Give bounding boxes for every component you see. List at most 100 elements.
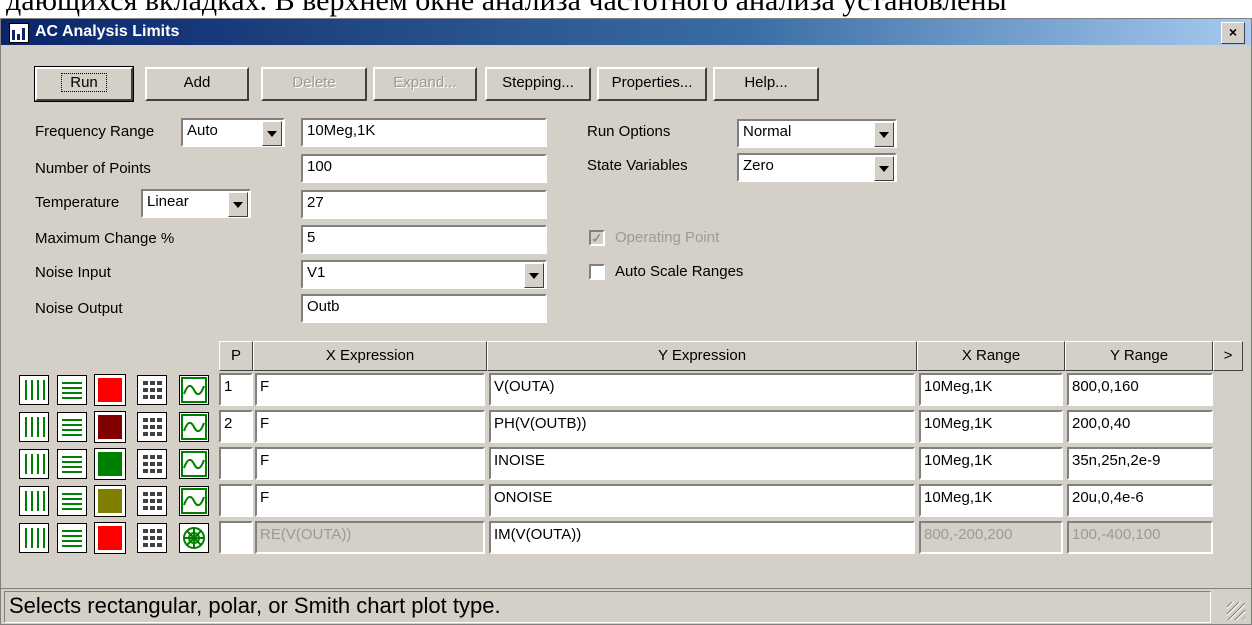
plot-number-cell[interactable] [219,484,253,517]
maximum-change-label: Maximum Change % [35,230,175,247]
resize-grip-icon[interactable] [1227,602,1245,620]
y-expression-cell[interactable]: V(OUTA) [489,373,915,406]
y-range-cell[interactable]: 800,0,160 [1067,373,1213,406]
x-range-cell[interactable]: 800,-200,200 [919,521,1063,554]
table-icon[interactable] [137,523,167,553]
y-expression-cell[interactable]: PH(V(OUTB)) [489,410,915,443]
y-expression-cell[interactable]: IM(V(OUTA)) [489,521,915,554]
document-text-strip: дающихся вкладках. В верхнем окне анализ… [0,0,1252,18]
chevron-down-icon[interactable] [262,121,282,146]
temperature-label: Temperature [35,194,120,211]
y-expression-cell[interactable]: INOISE [489,447,915,480]
chevron-down-icon[interactable] [524,263,544,288]
rectangular-grid-icon[interactable] [19,412,49,442]
horizontal-lines-icon[interactable] [57,375,87,405]
operating-point-checkbox[interactable]: ✓ [589,230,605,246]
help-button[interactable]: Help... [713,67,819,101]
state-variables-label: State Variables [587,157,688,174]
horizontal-lines-icon[interactable] [57,523,87,553]
y-range-cell[interactable]: 20u,0,4e-6 [1067,484,1213,517]
color-swatch-button[interactable] [94,374,126,406]
table-icon[interactable] [137,486,167,516]
color-swatch-button[interactable] [94,448,126,480]
wave-icon[interactable] [179,449,209,479]
table-icon[interactable] [137,412,167,442]
y-range-cell[interactable]: 35n,25n,2e-9 [1067,447,1213,480]
polar-icon[interactable] [179,523,209,553]
color-swatch-button[interactable] [94,411,126,443]
x-expression-cell[interactable]: F [255,373,485,406]
x-expression-cell[interactable]: F [255,447,485,480]
rectangular-grid-icon[interactable] [19,486,49,516]
header-p[interactable]: P [219,341,253,371]
plot-number-cell[interactable]: 1 [219,373,253,406]
y-expression-cell[interactable]: ONOISE [489,484,915,517]
temperature-mode-value: Linear [147,193,189,210]
stepping-button[interactable]: Stepping... [485,67,591,101]
x-range-cell[interactable]: 10Meg,1K [919,410,1063,443]
x-expression-cell[interactable]: F [255,410,485,443]
close-button[interactable]: × [1221,22,1245,44]
state-variables-value: Zero [743,157,774,174]
maximum-change-input[interactable]: 5 [301,225,547,254]
frequency-mode-select[interactable]: Auto [181,118,285,147]
number-of-points-input[interactable]: 100 [301,154,547,183]
header-y-range[interactable]: Y Range [1065,341,1213,371]
title-bar: AC Analysis Limits × [1,19,1251,45]
scroll-right-button[interactable]: > [1213,341,1243,371]
header-x-range[interactable]: X Range [917,341,1065,371]
horizontal-lines-icon[interactable] [57,449,87,479]
header-y-expression[interactable]: Y Expression [487,341,917,371]
x-expression-cell[interactable]: F [255,484,485,517]
frequency-range-input[interactable]: 10Meg,1K [301,118,547,147]
rectangular-grid-icon[interactable] [19,523,49,553]
y-range-cell[interactable]: 100,-400,100 [1067,521,1213,554]
auto-scale-ranges-checkbox[interactable] [589,264,605,280]
state-variables-select[interactable]: Zero [737,153,897,182]
header-x-expression[interactable]: X Expression [253,341,487,371]
run-options-label: Run Options [587,123,671,140]
run-options-value: Normal [743,123,792,140]
horizontal-lines-icon[interactable] [57,486,87,516]
x-expression-cell[interactable]: RE(V(OUTA)) [255,521,485,554]
x-range-cell[interactable]: 10Meg,1K [919,447,1063,480]
expand-button[interactable]: Expand... [373,67,477,101]
horizontal-lines-icon[interactable] [57,412,87,442]
table-icon[interactable] [137,449,167,479]
status-bar: Selects rectangular, polar, or Smith cha… [1,588,1251,624]
y-range-cell[interactable]: 200,0,40 [1067,410,1213,443]
chevron-down-icon[interactable] [874,122,894,147]
noise-output-label: Noise Output [35,300,123,317]
run-options-select[interactable]: Normal [737,119,897,148]
auto-scale-ranges-label: Auto Scale Ranges [615,263,744,280]
temperature-input[interactable]: 27 [301,190,547,219]
run-button[interactable]: Run [34,66,134,102]
wave-icon[interactable] [179,375,209,405]
x-range-cell[interactable]: 10Meg,1K [919,484,1063,517]
table-icon[interactable] [137,375,167,405]
document-text: дающихся вкладках. В верхнем окне анализ… [6,0,1007,17]
number-of-points-label: Number of Points [35,160,151,177]
noise-input-select[interactable]: V1 [301,260,547,289]
x-range-cell[interactable]: 10Meg,1K [919,373,1063,406]
properties-button[interactable]: Properties... [597,67,707,101]
delete-button[interactable]: Delete [261,67,367,101]
chevron-down-icon[interactable] [228,192,248,217]
rectangular-grid-icon[interactable] [19,375,49,405]
plot-number-cell[interactable] [219,521,253,554]
noise-output-input[interactable]: Outb [301,294,547,323]
noise-input-label: Noise Input [35,264,111,281]
operating-point-label: Operating Point [615,229,720,246]
add-button[interactable]: Add [145,67,249,101]
rectangular-grid-icon[interactable] [19,449,49,479]
frequency-range-label: Frequency Range [35,123,155,140]
app-icon [9,23,29,43]
chevron-down-icon[interactable] [874,156,894,181]
plot-number-cell[interactable] [219,447,253,480]
temperature-mode-select[interactable]: Linear [141,189,251,218]
color-swatch-button[interactable] [94,522,126,554]
wave-icon[interactable] [179,486,209,516]
plot-number-cell[interactable]: 2 [219,410,253,443]
wave-icon[interactable] [179,412,209,442]
color-swatch-button[interactable] [94,485,126,517]
